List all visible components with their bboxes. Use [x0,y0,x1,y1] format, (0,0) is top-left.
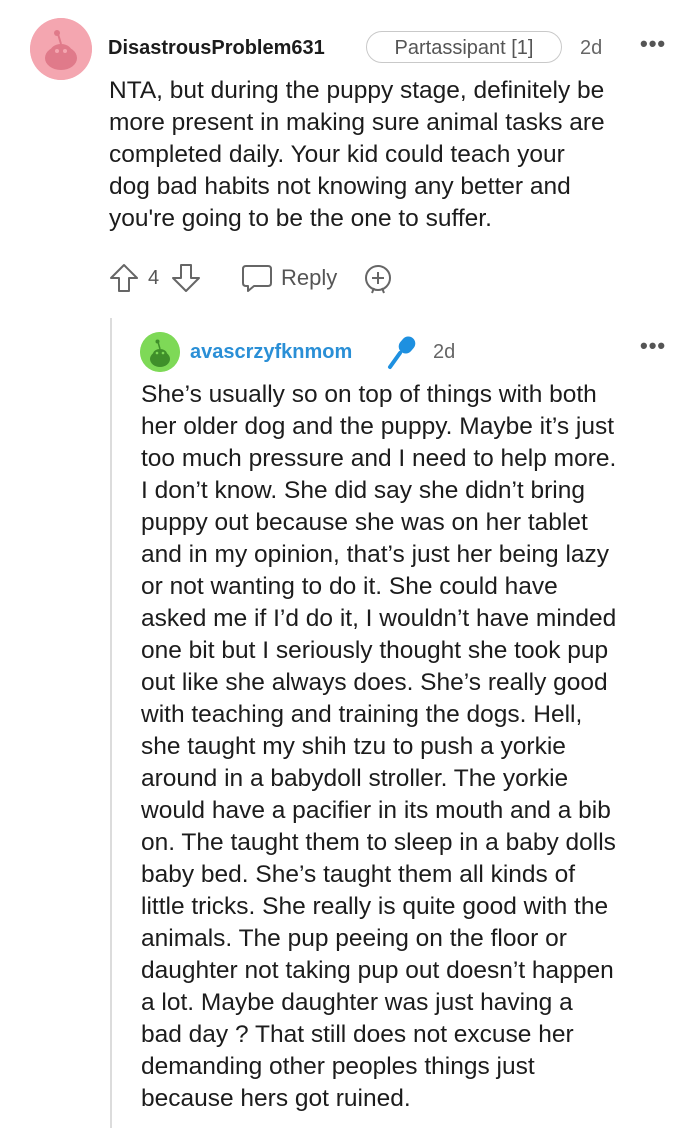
speech-bubble-icon[interactable] [240,262,274,294]
username[interactable]: avascrzyfknmom [190,341,352,364]
avatar[interactable] [140,332,180,372]
snoo-avatar-icon [140,332,180,372]
timestamp[interactable]: 2d [580,37,602,60]
user-flair: Partassipant [1] [366,31,562,63]
upvote-arrow-icon[interactable] [108,262,140,294]
vote-count: 4 [148,267,160,289]
thread-line[interactable] [110,318,112,1128]
comment-body: She’s usually so on top of things with b… [141,381,617,1112]
reply-button[interactable]: Reply [281,265,337,291]
downvote-arrow-icon[interactable] [170,262,202,294]
more-options-button[interactable]: ••• [640,31,666,57]
username[interactable]: DisastrousProblem631 [108,37,325,60]
snoo-avatar-icon [30,18,92,80]
avatar[interactable] [30,18,92,80]
more-options-button[interactable]: ••• [640,333,666,359]
microphone-icon [388,336,416,369]
add-award-icon[interactable] [362,262,394,294]
comment-body: NTA, but during the puppy stage, definit… [109,77,605,232]
timestamp[interactable]: 2d [433,341,455,364]
